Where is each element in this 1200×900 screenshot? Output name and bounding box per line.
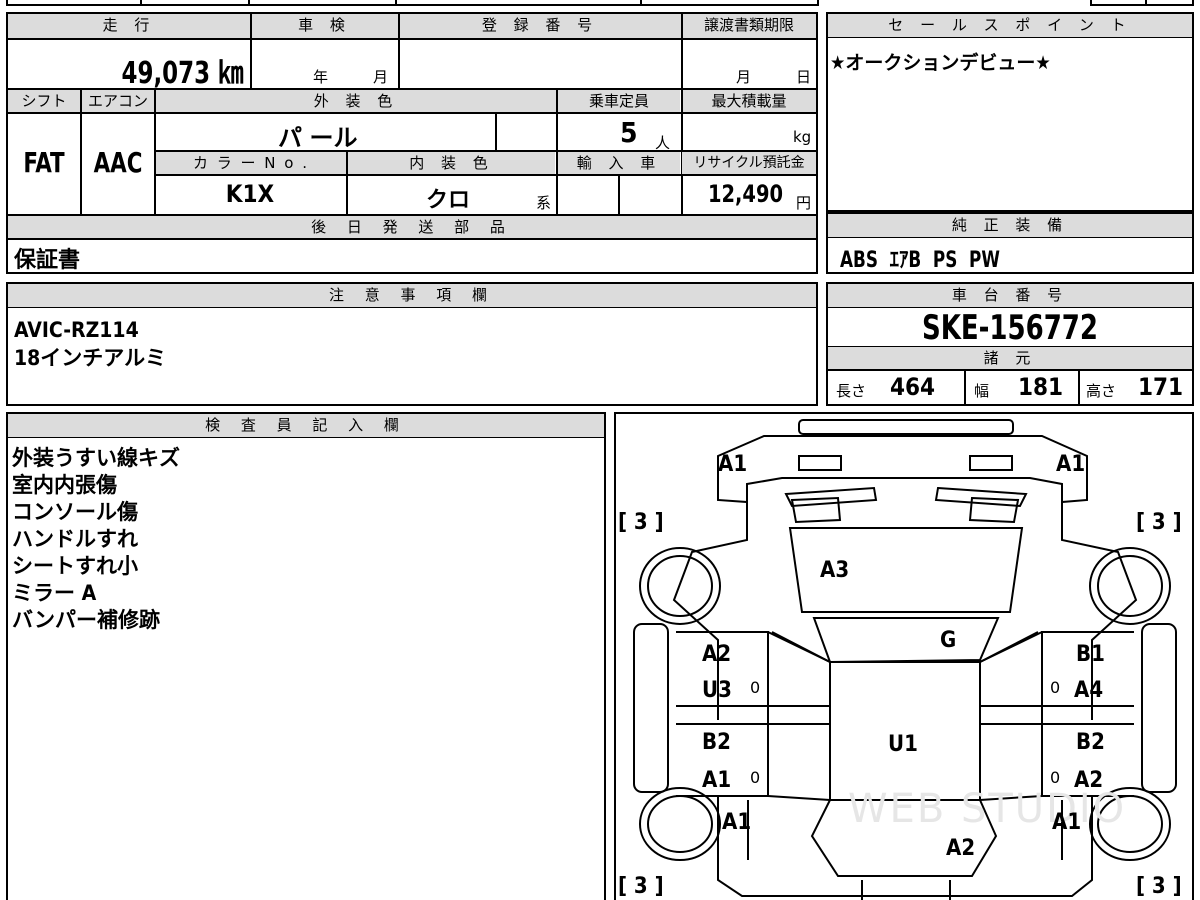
shift-label: シフト bbox=[8, 90, 80, 112]
tire-rear-right: [ 3 ] bbox=[1136, 874, 1182, 899]
inspector-line-2: 室内内張傷 bbox=[12, 473, 117, 497]
capacity-label: 乗車定員 bbox=[558, 90, 680, 112]
notes-box: 注 意 事 項 欄 AVIC-RZ114 18インチアルミ bbox=[6, 282, 818, 406]
chassis-number: SKE-156772 bbox=[921, 308, 1098, 348]
sales-point-value: ★オークションデビュー★ bbox=[830, 52, 1051, 74]
front-right-door-grade-2: A4 bbox=[1074, 678, 1104, 703]
length-label: 長さ bbox=[836, 382, 867, 400]
notes-line-1: AVIC-RZ114 bbox=[14, 318, 139, 342]
front-right-door-mark: 0 bbox=[1050, 678, 1061, 697]
sales-point-box: セ ー ル ス ポ イ ン ト ★オークションデビュー★ bbox=[826, 12, 1194, 212]
inspector-box: 検 査 員 記 入 欄 外装うすい線キズ 室内内張傷 コンソール傷 ハンドルすれ… bbox=[6, 412, 606, 900]
rear-left-door-grade-1: B2 bbox=[702, 730, 731, 755]
later-parts-value: 保証書 bbox=[14, 248, 81, 273]
registration-label: 登 録 番 号 bbox=[399, 14, 681, 38]
sales-point-label: セ ー ル ス ポ イ ン ト bbox=[828, 14, 1192, 38]
front-left-door-grade-1: A2 bbox=[702, 642, 732, 667]
front-left-door-grade-2: U3 bbox=[702, 678, 732, 703]
rear-left-door-mark: 0 bbox=[750, 768, 761, 787]
import-label: 輸 入 車 bbox=[558, 152, 680, 174]
max-load-label: 最大積載量 bbox=[682, 90, 816, 112]
inspector-label: 検 査 員 記 入 欄 bbox=[8, 414, 604, 438]
notes-line-2: 18インチアルミ bbox=[14, 346, 167, 370]
load-unit: kg bbox=[793, 128, 812, 146]
rear-left-fender-grade: A1 bbox=[722, 810, 752, 835]
inspector-line-5: シートすれ小 bbox=[12, 554, 138, 578]
recycle-label: リサイクル預託金 bbox=[682, 152, 816, 174]
width-value: 181 bbox=[1018, 373, 1064, 401]
tire-rear-left: [ 3 ] bbox=[618, 874, 664, 899]
specs-label: 諸 元 bbox=[828, 347, 1192, 369]
mileage-label: 走 行 bbox=[8, 14, 250, 38]
notes-label: 注 意 事 項 欄 bbox=[8, 284, 816, 308]
exterior-color-label: 外 装 色 bbox=[156, 90, 556, 112]
interior-unit: 系 bbox=[536, 194, 552, 212]
inspection-year: 年 bbox=[313, 68, 329, 86]
genuine-equipment-label: 純 正 装 備 bbox=[828, 214, 1192, 238]
recycle-unit: 円 bbox=[796, 194, 812, 212]
inspection-label: 車 検 bbox=[251, 14, 398, 38]
mileage-value: 49,073 ㎞ bbox=[121, 56, 244, 91]
genuine-equipment-box: 純 正 装 備 ABS ｴｱB PS PW bbox=[826, 212, 1194, 274]
color-no-value: K1X bbox=[225, 180, 275, 208]
inspection-month: 月 bbox=[373, 68, 389, 86]
inspector-line-1: 外装うすい線キズ bbox=[12, 446, 180, 470]
transfer-deadline-label: 譲渡書類期限 bbox=[682, 14, 816, 38]
color-no-label: カ ラ ー N o . bbox=[156, 152, 346, 174]
rear-right-fender-grade: A1 bbox=[1052, 810, 1082, 835]
height-label: 高さ bbox=[1086, 382, 1117, 400]
aircon-value: AAC bbox=[93, 146, 143, 179]
front-right-grade: A1 bbox=[1056, 452, 1086, 477]
inspector-line-3: コンソール傷 bbox=[12, 500, 138, 524]
height-value: 171 bbox=[1138, 373, 1184, 401]
rear-right-door-grade-1: B2 bbox=[1076, 730, 1105, 755]
front-left-door-mark: 0 bbox=[750, 678, 761, 697]
front-right-door-grade-1: B1 bbox=[1076, 642, 1105, 667]
interior-color-value: クロ bbox=[426, 188, 471, 213]
capacity-value: 5 bbox=[620, 116, 638, 149]
inspector-line-4: ハンドルすれ bbox=[12, 527, 138, 551]
genuine-equipment-value: ABS ｴｱB PS PW bbox=[840, 248, 1000, 273]
length-value: 464 bbox=[890, 373, 936, 401]
tire-front-right: [ 3 ] bbox=[1136, 510, 1182, 535]
damage-diagram-box: WEB STUDIO A1 A1 [ 3 ] [ 3 ] A3 G A2 U3 … bbox=[614, 412, 1194, 900]
width-label: 幅 bbox=[974, 382, 990, 400]
aircon-label: エアコン bbox=[82, 90, 154, 112]
chassis-box: 車 台 番 号 SKE-156772 諸 元 長さ 464 幅 181 高さ 1… bbox=[826, 282, 1194, 406]
roof-grade: U1 bbox=[888, 732, 918, 757]
shift-value: FAT bbox=[23, 146, 65, 179]
transfer-month: 月 bbox=[736, 68, 752, 86]
rear-left-door-grade-2: A1 bbox=[702, 768, 732, 793]
exterior-color-value: パ ール bbox=[278, 124, 358, 152]
chassis-label: 車 台 番 号 bbox=[828, 284, 1192, 308]
later-parts-label: 後 日 発 送 部 品 bbox=[8, 216, 816, 238]
rear-grade: A2 bbox=[946, 836, 976, 861]
transfer-day: 日 bbox=[796, 68, 812, 86]
windshield-grade: G bbox=[940, 628, 957, 653]
rear-right-door-mark: 0 bbox=[1050, 768, 1061, 787]
inspector-line-6: ミラー A bbox=[12, 581, 97, 605]
interior-color-label: 内 装 色 bbox=[348, 152, 555, 174]
top-strip-line bbox=[0, 0, 1200, 6]
rear-right-door-grade-2: A2 bbox=[1074, 768, 1104, 793]
front-left-grade: A1 bbox=[718, 452, 748, 477]
inspector-line-7: バンパー補修跡 bbox=[12, 608, 161, 632]
hood-grade: A3 bbox=[820, 558, 850, 583]
tire-front-left: [ 3 ] bbox=[618, 510, 664, 535]
recycle-value: 12,490 bbox=[708, 180, 783, 208]
vehicle-info-table: 走 行 車 検 登 録 番 号 譲渡書類期限 49,073 ㎞ 年 月 月 日 … bbox=[6, 12, 818, 274]
